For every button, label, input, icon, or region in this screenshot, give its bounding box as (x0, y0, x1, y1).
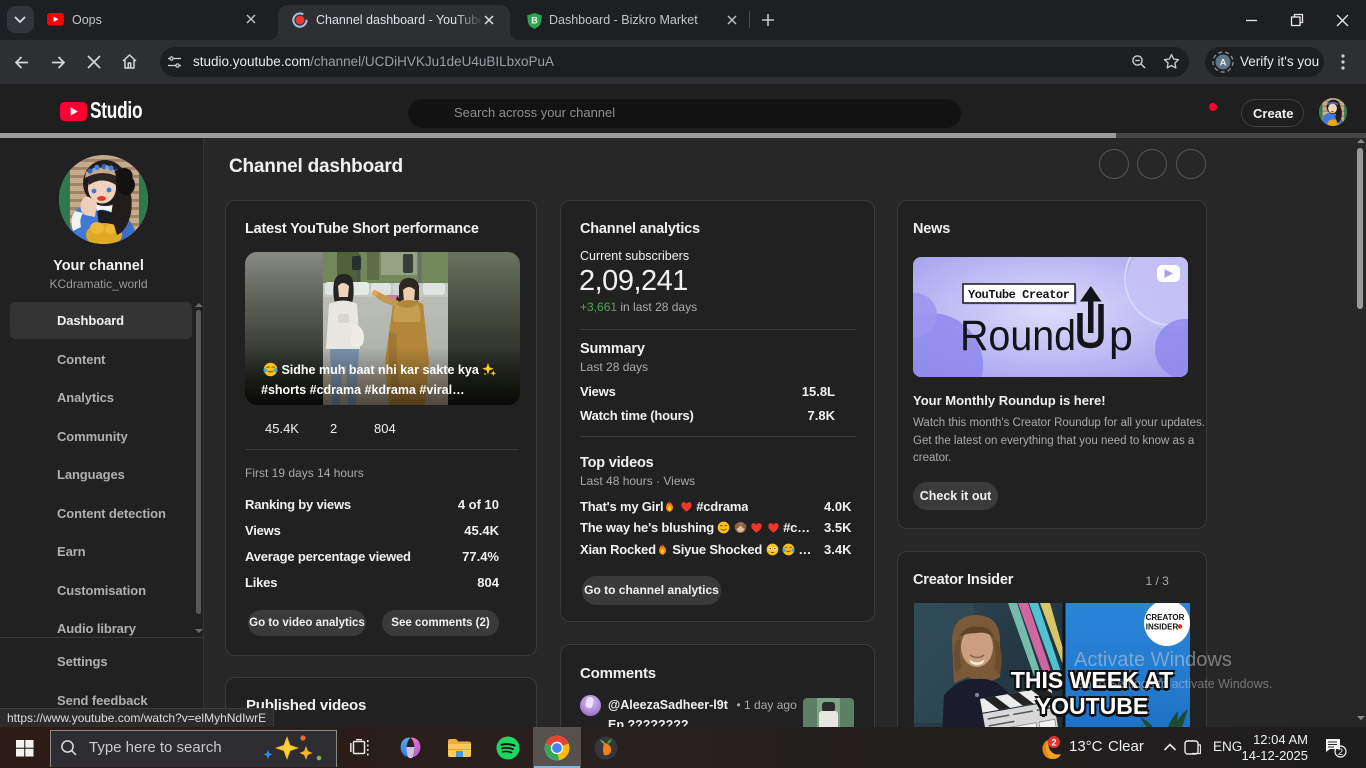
svg-text:INSIDER: INSIDER (1146, 623, 1179, 632)
svg-text:YouTube Creator: YouTube Creator (968, 288, 1070, 302)
svg-text:CREATOR: CREATOR (1146, 613, 1185, 622)
svg-text:Round: Round (960, 312, 1076, 360)
svg-text:2: 2 (1051, 738, 1056, 748)
svg-text:p: p (1109, 312, 1133, 360)
svg-text:2: 2 (1338, 747, 1343, 758)
svg-text:B: B (531, 16, 538, 26)
svg-text:A: A (1220, 58, 1227, 69)
